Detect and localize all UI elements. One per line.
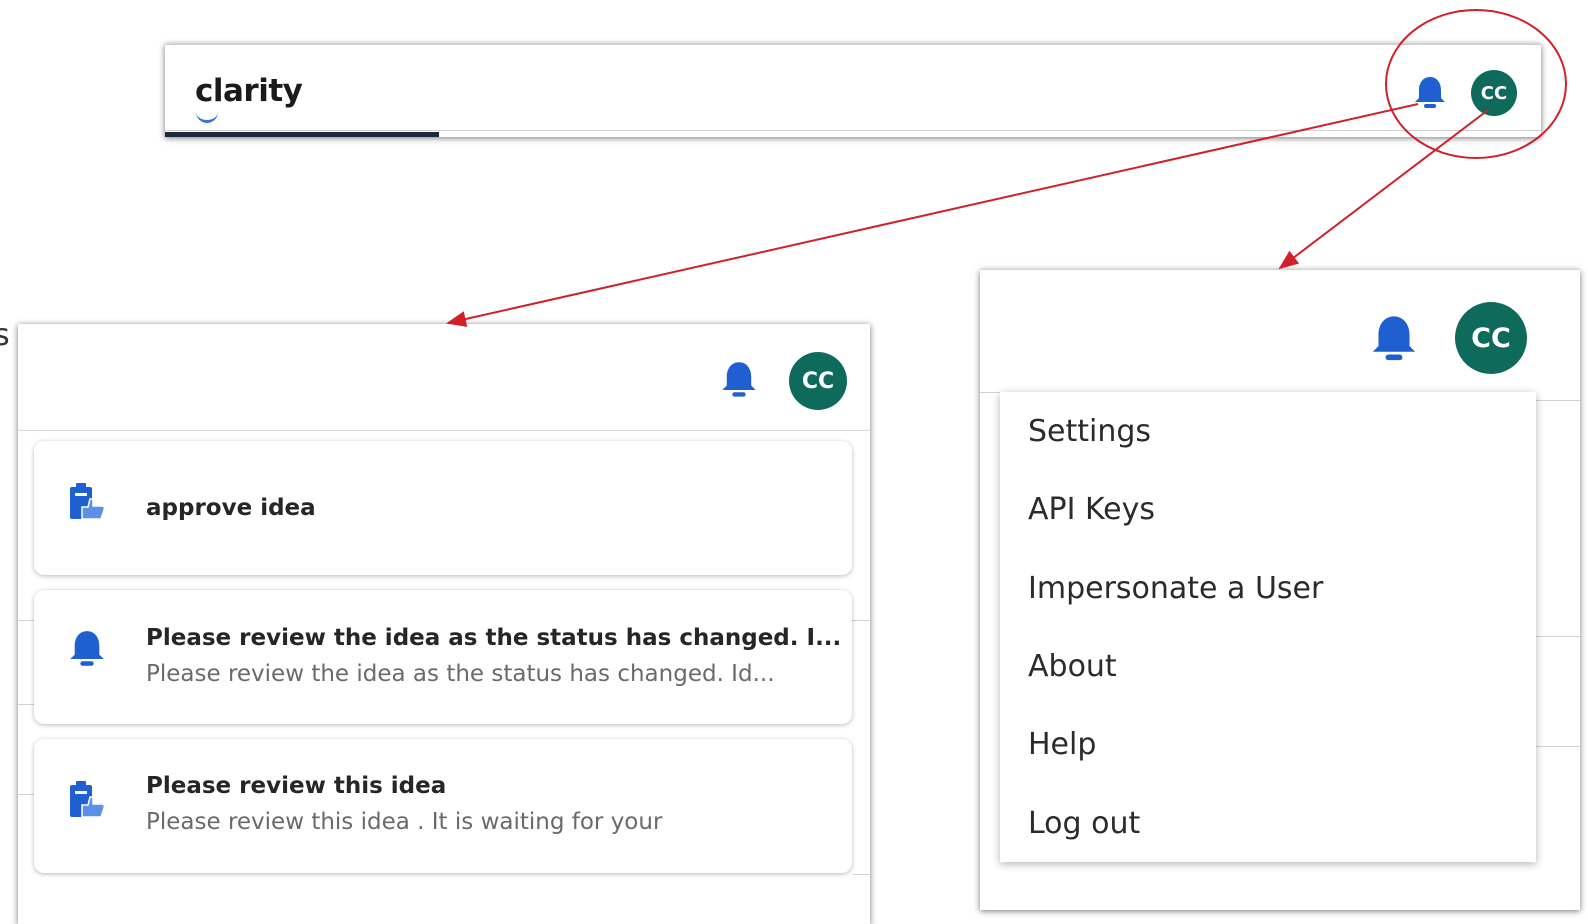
background-divider xyxy=(1536,636,1580,637)
notification-item[interactable]: Please review the idea as the status has… xyxy=(34,590,852,724)
background-divider xyxy=(1536,400,1580,401)
user-avatar[interactable]: CC xyxy=(1455,302,1527,374)
background-divider xyxy=(18,620,34,621)
notification-title: Please review this idea xyxy=(146,773,447,799)
notification-item[interactable]: Please review this idea Please review th… xyxy=(34,739,852,873)
bell-icon[interactable] xyxy=(1370,313,1418,365)
top-app-header: clarity CC xyxy=(165,44,1541,137)
background-divider xyxy=(18,704,34,705)
logo-swoosh xyxy=(196,112,218,123)
menu-item-api-keys[interactable]: API Keys xyxy=(1028,492,1155,527)
background-divider xyxy=(1536,746,1580,747)
active-tab-indicator xyxy=(165,132,439,137)
bell-icon xyxy=(70,631,104,666)
clarity-logo[interactable]: clarity xyxy=(195,73,303,109)
background-divider xyxy=(852,620,870,621)
menu-item-log-out[interactable]: Log out xyxy=(1028,806,1140,841)
user-dropdown-menu: Settings API Keys Impersonate a User Abo… xyxy=(1000,392,1536,862)
background-divider xyxy=(980,392,1000,393)
approve-idea-icon xyxy=(70,781,106,818)
bell-icon[interactable] xyxy=(720,360,758,400)
user-avatar[interactable]: CC xyxy=(789,352,847,410)
edge-text-fragment: s xyxy=(0,318,10,353)
menu-item-settings[interactable]: Settings xyxy=(1028,414,1151,449)
menu-item-help[interactable]: Help xyxy=(1028,727,1096,762)
background-divider xyxy=(18,794,34,795)
notification-title: approve idea xyxy=(146,495,316,521)
user-avatar[interactable]: CC xyxy=(1471,70,1517,116)
menu-item-impersonate-user[interactable]: Impersonate a User xyxy=(1028,571,1323,606)
notification-body: Please review the idea as the status has… xyxy=(146,661,775,687)
notification-title: Please review the idea as the status has… xyxy=(146,625,842,651)
bell-icon[interactable] xyxy=(1413,75,1447,111)
approve-idea-icon xyxy=(70,483,106,520)
menu-item-about[interactable]: About xyxy=(1028,649,1117,684)
notification-item[interactable]: approve idea xyxy=(34,441,852,575)
notifications-panel-header: CC xyxy=(18,324,870,431)
notifications-panel: CC approve idea Please review the idea a… xyxy=(18,324,870,924)
background-divider xyxy=(852,874,870,875)
user-menu-panel: CC Settings API Keys Impersonate a User … xyxy=(980,270,1580,910)
notification-body: Please review this idea . It is waiting … xyxy=(146,809,663,835)
header-divider xyxy=(165,130,1541,131)
